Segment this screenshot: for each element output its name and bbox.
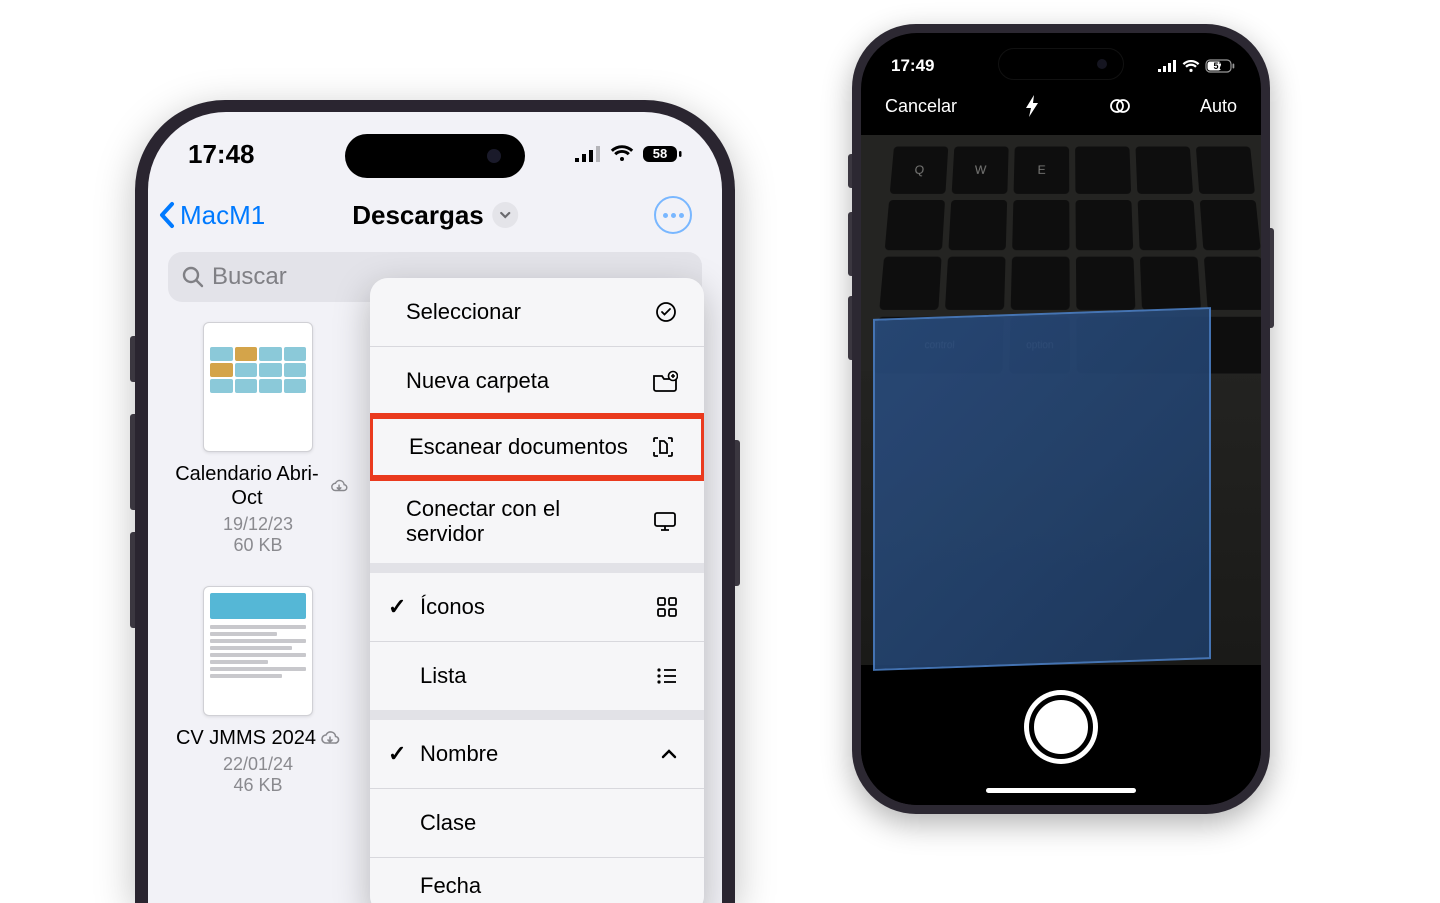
ellipsis-icon <box>663 213 668 218</box>
menu-label: Conectar con el servidor <box>406 496 606 547</box>
phone-power-button <box>1270 228 1274 328</box>
menu-label: Íconos <box>420 594 485 620</box>
checkmark-icon: ✓ <box>388 594 410 620</box>
back-button[interactable]: MacM1 <box>158 200 265 231</box>
folder-plus-icon <box>652 370 678 392</box>
wifi-icon <box>1182 60 1200 73</box>
chevron-down-icon <box>492 202 518 228</box>
more-button[interactable] <box>654 196 692 234</box>
nav-bar: MacM1 Descargas <box>148 182 722 242</box>
phone-volume-up <box>130 414 135 510</box>
chevron-left-icon <box>158 201 176 229</box>
file-thumbnail <box>203 322 313 452</box>
menu-sort-date[interactable]: Fecha <box>370 858 704 903</box>
menu-label: Fecha <box>420 873 481 899</box>
checkmark-circle-icon <box>654 300 678 324</box>
file-date: 19/12/23 <box>168 514 348 535</box>
file-item[interactable]: Calendario Abri-Oct 19/12/23 60 KB <box>168 322 348 556</box>
menu-label: Seleccionar <box>406 299 521 325</box>
context-menu: Seleccionar Nueva carpeta Escanear docum… <box>370 278 704 903</box>
filter-button[interactable] <box>1109 95 1131 117</box>
phone-left-button <box>130 336 135 382</box>
battery-level: 58 <box>642 144 678 164</box>
search-placeholder: Buscar <box>212 263 287 291</box>
auto-button[interactable]: Auto <box>1200 96 1237 117</box>
scan-document-icon <box>651 435 675 459</box>
grid-icon <box>656 596 678 618</box>
phone-volume-up <box>848 212 852 276</box>
document-detection-overlay <box>873 307 1211 671</box>
list-icon <box>656 667 678 685</box>
menu-label: Escanear documentos <box>409 434 628 460</box>
battery-icon: 58 <box>642 144 682 164</box>
battery-level: 57 <box>1205 59 1232 73</box>
files-grid: Calendario Abri-Oct 19/12/23 60 KB CV JM… <box>148 302 348 796</box>
cloud-icon <box>330 478 348 494</box>
menu-label: Nombre <box>420 741 498 767</box>
file-size: 46 KB <box>168 775 348 796</box>
back-label: MacM1 <box>180 200 265 231</box>
dynamic-island <box>998 48 1124 80</box>
menu-label: Lista <box>420 663 466 689</box>
cancel-button[interactable]: Cancelar <box>885 96 957 117</box>
wifi-icon <box>610 145 634 163</box>
shutter-button[interactable] <box>1029 695 1093 759</box>
cloud-icon <box>320 730 340 746</box>
phone-power-button <box>735 440 740 586</box>
battery-icon: 57 <box>1205 59 1235 73</box>
page-title[interactable]: Descargas <box>352 200 518 231</box>
menu-scan-documents[interactable]: Escanear documentos <box>370 413 704 481</box>
dynamic-island <box>345 134 525 178</box>
menu-label: Nueva carpeta <box>406 368 549 394</box>
phone-scanner-app: 17:49 57 Cancelar Auto QWE controloption <box>852 24 1270 814</box>
menu-sort-name[interactable]: ✓ Nombre <box>370 720 704 788</box>
search-icon <box>182 266 204 288</box>
cellular-icon <box>574 145 602 163</box>
menu-sort-class[interactable]: Clase <box>370 789 704 857</box>
status-time: 17:48 <box>188 139 255 170</box>
checkmark-icon: ✓ <box>388 741 410 767</box>
flash-button[interactable] <box>1026 95 1040 117</box>
menu-new-folder[interactable]: Nueva carpeta <box>370 347 704 415</box>
phone-volume-down <box>130 532 135 628</box>
menu-view-icons[interactable]: ✓ Íconos <box>370 573 704 641</box>
chevron-up-icon <box>660 748 678 760</box>
file-name: CV JMMS 2024 <box>176 726 316 750</box>
menu-view-list[interactable]: Lista <box>370 642 704 710</box>
phone-volume-down <box>848 296 852 360</box>
status-time: 17:49 <box>891 56 934 76</box>
phone-left-button <box>848 154 852 188</box>
home-indicator[interactable] <box>986 788 1136 793</box>
file-item[interactable]: CV JMMS 2024 22/01/24 46 KB <box>168 586 348 796</box>
page-title-text: Descargas <box>352 200 484 231</box>
display-icon <box>652 510 678 532</box>
file-thumbnail <box>203 586 313 716</box>
scanner-toolbar: Cancelar Auto <box>861 85 1261 135</box>
file-date: 22/01/24 <box>168 754 348 775</box>
cellular-icon <box>1157 60 1177 73</box>
menu-label: Clase <box>420 810 476 836</box>
file-name: Calendario Abri-Oct <box>168 462 326 510</box>
menu-select[interactable]: Seleccionar <box>370 278 704 346</box>
phone-files-app: 17:48 58 MacM1 Descargas <box>135 100 735 903</box>
menu-connect-server[interactable]: Conectar con el servidor <box>370 479 704 563</box>
file-size: 60 KB <box>168 535 348 556</box>
camera-viewfinder: QWE controloption <box>861 135 1261 665</box>
